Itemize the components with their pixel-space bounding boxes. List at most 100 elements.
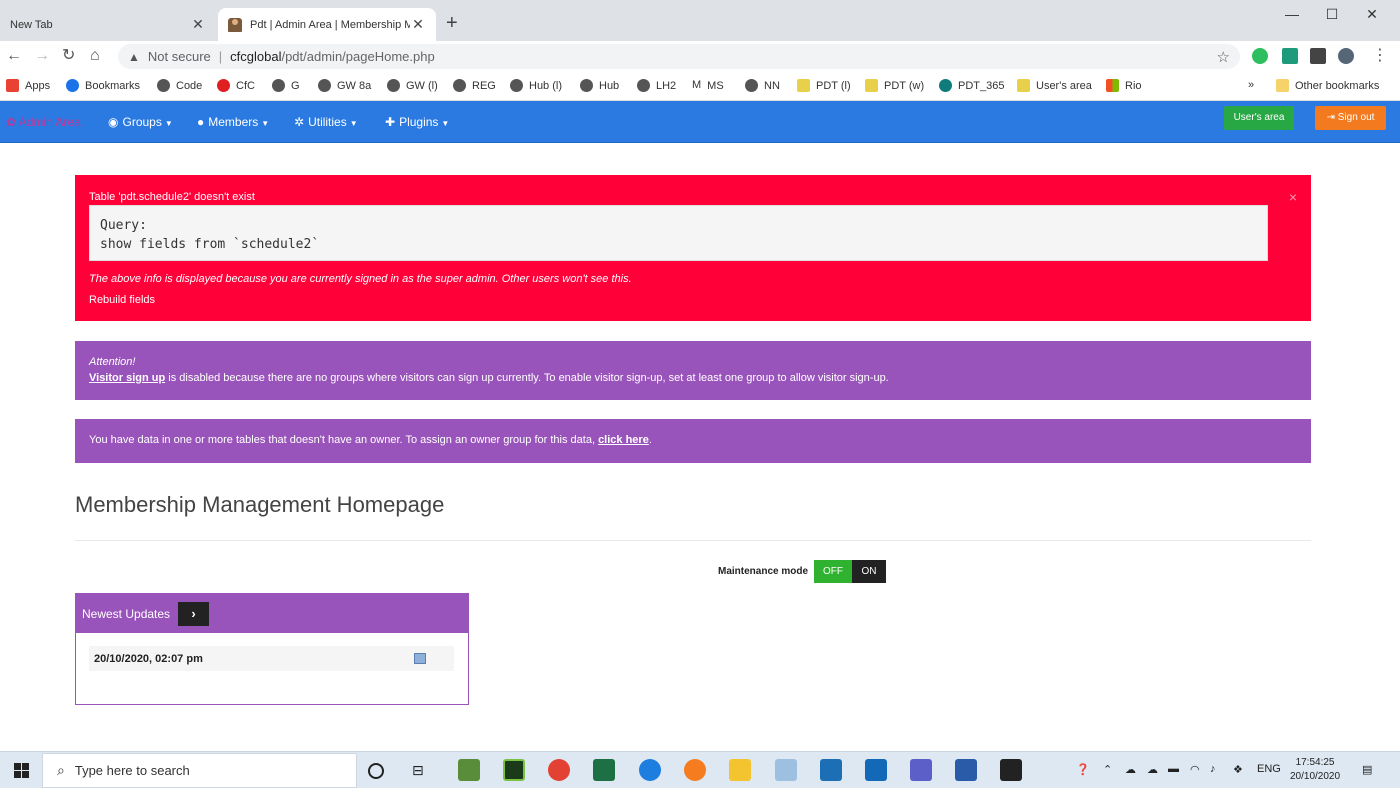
maintenance-off-button[interactable]: OFF xyxy=(814,560,853,583)
home-icon[interactable]: ⌂ xyxy=(90,47,100,65)
dropbox-icon[interactable]: ❖ xyxy=(1233,763,1243,776)
tray-chevron-up-icon[interactable]: ⌃ xyxy=(1103,763,1112,776)
taskbar-clock[interactable]: 17:54:25 20/10/2020 xyxy=(1290,756,1340,784)
menu-label: Utilities xyxy=(308,115,347,129)
calendar-icon[interactable] xyxy=(414,653,426,664)
owner-alert: You have data in one or more tables that… xyxy=(75,419,1311,463)
newest-updates-panel: Newest Updates › 20/10/2020, 02:07 pm xyxy=(75,593,469,705)
bookmarks-overflow-chevron[interactable]: » xyxy=(1248,79,1254,91)
brand-admin-area[interactable]: ✿ Admin Area xyxy=(6,115,81,129)
menu-utilities[interactable]: ✲ Utilities ▼ xyxy=(294,115,358,129)
teams-app-icon[interactable] xyxy=(910,759,932,781)
bookmark-hub-l[interactable]: Hub (l) xyxy=(510,79,562,92)
menu-kebab-icon[interactable]: ⋮ xyxy=(1372,47,1388,65)
outlook-app-icon[interactable] xyxy=(865,759,887,781)
evernote-extension-icon[interactable] xyxy=(1252,48,1268,64)
cortana-icon[interactable] xyxy=(368,763,384,779)
error-alert: Table 'pdt.schedule2' doesn't exist × Qu… xyxy=(75,175,1311,321)
bookmark-label: REG xyxy=(472,79,496,92)
bookmark-pdt-l[interactable]: PDT (l) xyxy=(797,79,851,92)
extension-icon[interactable] xyxy=(1282,48,1298,64)
folder-note-icon xyxy=(1017,79,1030,92)
close-icon[interactable]: × xyxy=(1289,189,1297,205)
folder-note-icon xyxy=(865,79,878,92)
mail-app-icon[interactable] xyxy=(820,759,842,781)
address-bar[interactable]: ▲ Not secure | cfcglobal /pdt/admin/page… xyxy=(118,44,1240,69)
maintenance-on-button[interactable]: ON xyxy=(852,560,887,583)
app-icon[interactable] xyxy=(1000,759,1022,781)
chevron-right-button[interactable]: › xyxy=(178,601,210,626)
language-indicator[interactable]: ENG xyxy=(1257,763,1281,775)
excel-app-icon[interactable] xyxy=(593,759,615,781)
bookmark-other[interactable]: Other bookmarks xyxy=(1276,79,1379,92)
click-here-link[interactable]: click here xyxy=(598,434,649,446)
menu-label: Groups xyxy=(122,115,162,129)
close-icon[interactable]: ✕ xyxy=(410,16,426,33)
bookmark-label: Bookmarks xyxy=(85,79,141,92)
warning-triangle-icon[interactable]: ▲ xyxy=(128,50,140,64)
tab-admin-area[interactable]: Pdt | Admin Area | Membership M ✕ xyxy=(218,8,436,41)
bookmark-ms[interactable]: M MS xyxy=(692,79,724,92)
update-date: 20/10/2020, 02:07 pm xyxy=(94,652,203,665)
back-arrow-icon[interactable]: ← xyxy=(6,47,22,65)
maximize-icon[interactable]: ☐ xyxy=(1312,6,1352,23)
bookmark-nn[interactable]: NN xyxy=(745,79,780,92)
tab-new-tab[interactable]: New Tab ✕ xyxy=(0,8,216,41)
bookmark-pdt-365[interactable]: PDT_365 xyxy=(939,79,1004,92)
volume-icon[interactable]: ♪ xyxy=(1210,763,1216,775)
wifi-icon[interactable]: ◠ xyxy=(1190,763,1200,776)
taskbar-search-box[interactable]: ⌕ Type here to search xyxy=(42,753,357,788)
forward-arrow-icon[interactable]: → xyxy=(34,47,50,65)
users-area-button[interactable]: User's area xyxy=(1224,106,1294,130)
apps-grid-icon xyxy=(6,79,19,92)
bookmark-cfc[interactable]: CfC xyxy=(217,79,255,92)
caret-down-icon: ▼ xyxy=(261,119,270,128)
sign-out-button[interactable]: ⇥ Sign out xyxy=(1315,106,1386,130)
bookmark-gw-8a[interactable]: GW 8a xyxy=(318,79,371,92)
edge-app-icon[interactable] xyxy=(639,759,661,781)
star-icon xyxy=(66,79,79,92)
bookmark-label: PDT (w) xyxy=(884,79,925,92)
notifications-icon[interactable]: ▤ xyxy=(1362,763,1372,776)
menu-members[interactable]: ● Members ▼ xyxy=(197,115,269,129)
minimize-icon[interactable]: — xyxy=(1272,6,1312,22)
word-app-icon[interactable] xyxy=(955,759,977,781)
visitor-signup-link[interactable]: Visitor sign up xyxy=(89,372,165,384)
battery-icon[interactable]: ▬ xyxy=(1168,763,1179,775)
reload-icon[interactable]: ↻ xyxy=(62,47,75,65)
bookmark-reg[interactable]: REG xyxy=(453,79,496,92)
close-icon[interactable]: ✕ xyxy=(190,16,206,33)
menu-plugins[interactable]: ✚ Plugins ▼ xyxy=(385,115,449,129)
bookmark-lh2[interactable]: LH2 xyxy=(637,79,676,92)
bookmark-hub[interactable]: Hub xyxy=(580,79,619,92)
bookmark-code[interactable]: Code xyxy=(157,79,202,92)
globe-icon xyxy=(318,79,331,92)
bookmark-gw-l[interactable]: GW (l) xyxy=(387,79,438,92)
window-close-icon[interactable]: ✕ xyxy=(1352,6,1392,23)
firefox-app-icon[interactable] xyxy=(684,759,706,781)
notepad-app-icon[interactable] xyxy=(458,759,480,781)
onedrive-icon[interactable]: ☁ xyxy=(1125,763,1136,776)
paint-app-icon[interactable] xyxy=(775,759,797,781)
puzzle-extensions-icon[interactable] xyxy=(1310,48,1326,64)
bookmark-rio[interactable]: Rio xyxy=(1106,79,1142,92)
profile-avatar-icon[interactable] xyxy=(1338,48,1354,64)
bookmark-users-area[interactable]: User's area xyxy=(1017,79,1092,92)
cloud-icon[interactable]: ☁ xyxy=(1147,763,1158,776)
query-box: Query: show fields from `schedule2` xyxy=(89,205,1268,261)
menu-groups[interactable]: ◉ Groups ▼ xyxy=(108,115,173,129)
bookmark-star-icon[interactable]: ☆ xyxy=(1217,48,1230,66)
dreamweaver-app-icon[interactable] xyxy=(503,759,525,781)
help-icon[interactable]: ❓ xyxy=(1076,763,1090,776)
bookmark-bookmarks[interactable]: Bookmarks xyxy=(66,79,140,92)
bookmark-apps[interactable]: Apps xyxy=(6,79,50,92)
windows-start-icon[interactable] xyxy=(14,763,29,778)
task-view-icon[interactable]: ⊟ xyxy=(412,762,434,784)
file-explorer-app-icon[interactable] xyxy=(729,759,751,781)
bookmark-pdt-w[interactable]: PDT (w) xyxy=(865,79,924,92)
rebuild-fields-link[interactable]: Rebuild fields xyxy=(89,294,155,306)
chrome-app-icon[interactable] xyxy=(548,759,570,781)
panel-title: Newest Updates xyxy=(82,606,171,621)
bookmark-g[interactable]: G xyxy=(272,79,300,92)
new-tab-plus-icon[interactable]: + xyxy=(446,13,458,33)
